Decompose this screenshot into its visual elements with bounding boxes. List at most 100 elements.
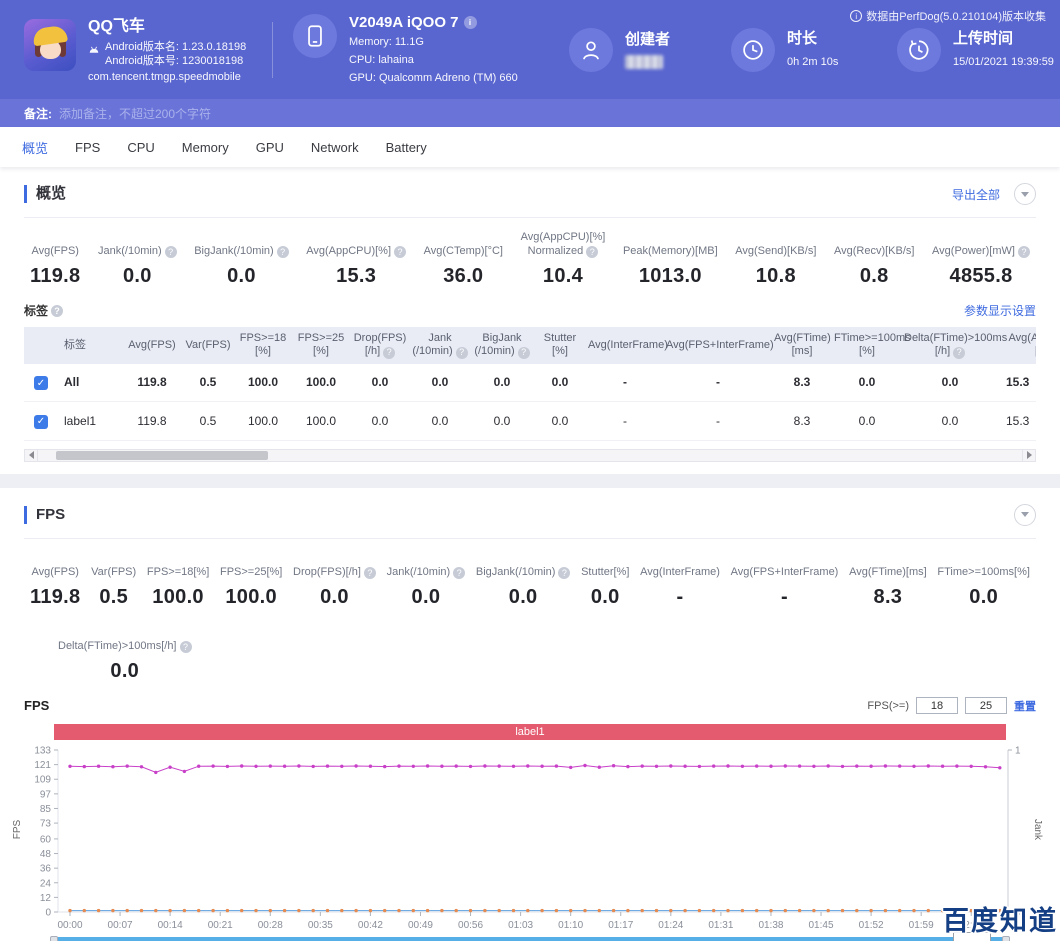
metric-label: Avg(FPS) [30, 230, 80, 258]
svg-text:01:38: 01:38 [758, 920, 783, 931]
help-icon[interactable]: ? [165, 246, 177, 258]
help-icon[interactable]: ? [456, 347, 468, 359]
col-Var(FPS): Var(FPS) [182, 327, 234, 364]
cell-value: 0.5 [182, 364, 234, 402]
help-icon[interactable]: ? [180, 641, 192, 653]
cell-checkbox: ✓ [24, 364, 58, 402]
android-version-name: Android版本名: 1.23.0.18198 [105, 41, 246, 53]
labels-table-body: ✓All119.80.5100.0100.00.00.00.00.0--8.30… [24, 364, 1036, 441]
note-input-placeholder[interactable]: 添加备注，不超过200个字符 [59, 105, 211, 122]
metric-value: 0.0 [937, 586, 1030, 609]
help-icon[interactable]: ? [953, 347, 965, 359]
metric-label: FPS>=25[%] [220, 551, 282, 579]
metric-Stutter[%]: Stutter[%]0.0 [581, 551, 629, 609]
cell-value: 0.0 [350, 402, 410, 441]
col-Avg(FPS): Avg(FPS) [122, 327, 182, 364]
reset-link[interactable]: 重置 [1014, 698, 1036, 714]
note-bar[interactable]: 备注: 添加备注，不超过200个字符 [0, 99, 1060, 127]
scrollbar-thumb[interactable] [56, 451, 268, 460]
help-icon[interactable]: ? [364, 567, 376, 579]
scroll-left-button[interactable] [24, 449, 38, 462]
tab-Network[interactable]: Network [311, 140, 359, 155]
col-Avg(FTime): Avg(FTime)[ms] [772, 327, 832, 364]
svg-text:01:31: 01:31 [708, 920, 733, 931]
app-block: QQ飞车 Android版本名: 1.23.0.18198 Android版本号… [24, 17, 268, 83]
duration-label: 时长 [787, 30, 838, 48]
tab-GPU[interactable]: GPU [256, 140, 284, 155]
tab-Battery[interactable]: Battery [386, 140, 427, 155]
help-icon[interactable]: ? [453, 567, 465, 579]
metric-Drop(FPS)[/h]: Drop(FPS)[/h]?0.0 [293, 551, 376, 609]
export-all-link[interactable]: 导出全部 [952, 186, 1000, 203]
android-icon [88, 45, 100, 68]
col-FPS>=18: FPS>=18[%] [234, 327, 292, 364]
help-icon[interactable]: ? [383, 347, 395, 359]
app-icon [24, 19, 76, 71]
device-info-icon[interactable]: i [464, 16, 477, 29]
col-Avg(FPS+InterFrame): Avg(FPS+InterFrame) [664, 327, 772, 364]
cell-label-name: label1 [58, 402, 122, 441]
help-icon[interactable]: ? [1018, 246, 1030, 258]
device-gpu: GPU: Qualcomm Adreno (TM) 660 [349, 70, 518, 86]
metric-value: 8.3 [849, 586, 927, 609]
overview-collapse-button[interactable] [1014, 183, 1036, 205]
metric-value: 0.0 [387, 586, 466, 609]
metric-Avg(Power)[mW]: Avg(Power)[mW]?4855.8 [932, 230, 1030, 288]
help-icon[interactable]: ? [518, 347, 530, 359]
tab-Memory[interactable]: Memory [182, 140, 229, 155]
metric-value: 0.0 [476, 586, 570, 609]
metric-Avg(FTime)[ms]: Avg(FTime)[ms]8.3 [849, 551, 927, 609]
svg-text:00:00: 00:00 [57, 920, 82, 931]
svg-text:60: 60 [40, 834, 52, 845]
col-Drop(FPS): Drop(FPS)[/h]? [350, 327, 410, 364]
svg-text:00:35: 00:35 [308, 920, 333, 931]
svg-text:00:56: 00:56 [458, 920, 483, 931]
metric-value: 119.8 [30, 586, 80, 609]
metric-Avg(FPS): Avg(FPS)119.8 [30, 230, 80, 288]
creator-name-blurred [625, 55, 663, 69]
tab-FPS[interactable]: FPS [75, 140, 100, 155]
fps-threshold-input-1[interactable] [916, 697, 958, 714]
metric-label: Jank(/10min)? [98, 230, 177, 258]
help-icon[interactable]: ? [558, 567, 570, 579]
help-icon[interactable]: ? [586, 246, 598, 258]
row-checkbox[interactable]: ✓ [34, 376, 48, 390]
fps-threshold-input-2[interactable] [965, 697, 1007, 714]
metric-label: Var(FPS) [91, 551, 136, 579]
scroll-right-button[interactable] [1022, 449, 1036, 462]
overview-section: 概览 导出全部 Avg(FPS)119.8Jank(/10min)?0.0Big… [0, 167, 1060, 462]
col-FPS>=25: FPS>=25[%] [292, 327, 350, 364]
cell-value: 8.3 [772, 364, 832, 402]
metric-value: 1013.0 [623, 265, 718, 288]
help-icon[interactable]: ? [394, 246, 406, 258]
metric-label: Drop(FPS)[/h]? [293, 551, 376, 579]
col-标签: 标签 [58, 327, 122, 364]
parameter-display-settings-link[interactable]: 参数显示设置 [964, 302, 1036, 319]
scrollbar-track[interactable] [38, 449, 1022, 462]
metric-Avg(Send)[KB/s]: Avg(Send)[KB/s]10.8 [735, 230, 816, 288]
cell-value: 15.3 [998, 402, 1036, 441]
svg-text:36: 36 [40, 863, 52, 874]
duration-value: 0h 2m 10s [787, 54, 838, 70]
row-checkbox[interactable]: ✓ [34, 415, 48, 429]
fps-collapse-button[interactable] [1014, 504, 1036, 526]
fps-threshold-label: FPS(>=) [867, 700, 909, 712]
chart-datazoom-slider[interactable] [54, 937, 1006, 941]
help-icon[interactable]: ? [51, 305, 63, 317]
cell-value: 100.0 [292, 402, 350, 441]
history-clock-icon [897, 28, 941, 72]
svg-text:85: 85 [40, 803, 52, 814]
cell-value: 0.0 [470, 402, 534, 441]
metric-label: Avg(AppCPU)[%]? [306, 230, 406, 258]
col-Delta(FTime)>100ms: Delta(FTime)>100ms[/h]? [902, 327, 998, 364]
creator-label: 创建者 [625, 31, 670, 49]
tab-概览[interactable]: 概览 [22, 138, 48, 157]
svg-text:00:07: 00:07 [108, 920, 133, 931]
metric-Peak(Memory)[MB]: Peak(Memory)[MB]1013.0 [623, 230, 718, 288]
datazoom-left-handle[interactable] [50, 936, 58, 941]
svg-text:109: 109 [34, 774, 51, 785]
upload-time-block: 上传时间 15/01/2021 19:39:59 [897, 28, 1054, 72]
table-horizontal-scrollbar[interactable] [24, 449, 1036, 462]
tab-CPU[interactable]: CPU [127, 140, 154, 155]
help-icon[interactable]: ? [277, 246, 289, 258]
